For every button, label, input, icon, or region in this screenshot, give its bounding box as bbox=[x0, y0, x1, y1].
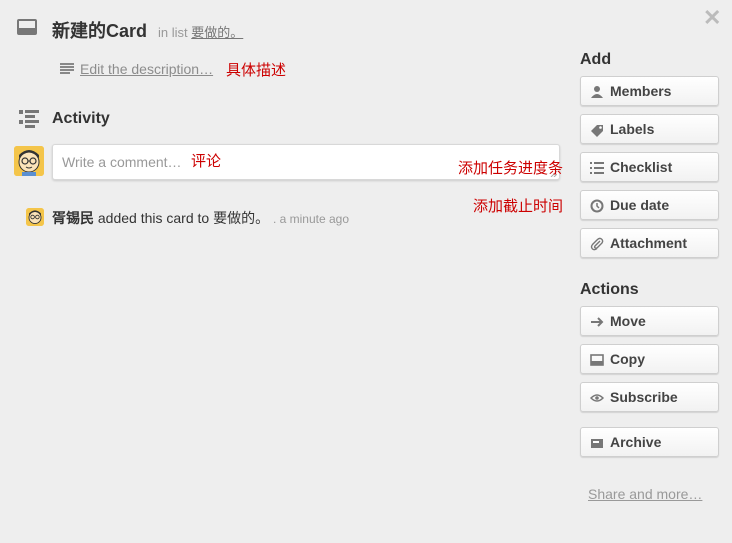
clock-icon bbox=[590, 199, 604, 213]
archive-label: Archive bbox=[610, 434, 662, 450]
copy-label: Copy bbox=[610, 351, 645, 367]
archive-button[interactable]: Archive bbox=[580, 427, 719, 457]
description-icon bbox=[60, 63, 74, 74]
due-date-note: 添加截止时间 bbox=[473, 197, 564, 215]
tag-icon bbox=[591, 125, 603, 137]
person-icon bbox=[591, 86, 603, 98]
due-date-label: Due date bbox=[610, 197, 670, 213]
attachment-label: Attachment bbox=[610, 235, 688, 251]
close-icon[interactable]: ✕ bbox=[703, 7, 721, 29]
eye-icon bbox=[590, 394, 604, 402]
card-icon bbox=[590, 354, 604, 366]
members-label: Members bbox=[610, 83, 672, 99]
archive-icon bbox=[591, 439, 603, 448]
move-button[interactable]: Move bbox=[580, 306, 719, 336]
description-note: 具体描述 bbox=[226, 61, 287, 79]
activity-title: Activity bbox=[52, 110, 110, 127]
subscribe-button[interactable]: Subscribe bbox=[580, 382, 719, 412]
avatar-face-icon bbox=[14, 146, 44, 176]
activity-avatar[interactable] bbox=[26, 208, 44, 226]
comment-input[interactable] bbox=[62, 154, 182, 170]
labels-button[interactable]: Labels bbox=[580, 114, 719, 144]
labels-label: Labels bbox=[610, 121, 655, 137]
checklist-note: 添加任务进度条 bbox=[458, 159, 564, 177]
activity-text: added this card to 要做的。 bbox=[94, 210, 270, 226]
activity-icon bbox=[19, 110, 39, 128]
list-icon bbox=[590, 162, 604, 174]
copy-button[interactable]: Copy bbox=[580, 344, 719, 374]
move-label: Move bbox=[610, 313, 646, 329]
card-icon bbox=[17, 19, 37, 35]
avatar[interactable] bbox=[14, 146, 44, 176]
in-list-prefix: in list bbox=[158, 25, 188, 40]
due-date-button[interactable]: Due date bbox=[580, 190, 719, 220]
avatar-face-icon bbox=[26, 208, 44, 226]
subscribe-label: Subscribe bbox=[610, 389, 678, 405]
activity-user[interactable]: 胥锡民 bbox=[52, 210, 94, 226]
members-button[interactable]: Members bbox=[580, 76, 719, 106]
paperclip-icon bbox=[590, 237, 604, 251]
share-and-more-link[interactable]: Share and more… bbox=[588, 486, 702, 502]
in-list-text: in list 要做的。 bbox=[158, 22, 243, 41]
checklist-label: Checklist bbox=[610, 159, 673, 175]
add-section-title: Add bbox=[580, 51, 612, 68]
activity-time: . a minute ago bbox=[272, 212, 350, 226]
arrow-right-icon bbox=[591, 317, 604, 327]
actions-section-title: Actions bbox=[580, 281, 639, 298]
attachment-button[interactable]: Attachment bbox=[580, 228, 719, 258]
edit-description-link[interactable]: Edit the description… bbox=[80, 61, 213, 77]
checklist-button[interactable]: Checklist bbox=[580, 152, 719, 182]
comment-note: 评论 bbox=[191, 152, 222, 170]
list-name-link[interactable]: 要做的。 bbox=[191, 25, 243, 40]
card-title[interactable]: 新建的Card bbox=[52, 17, 147, 43]
activity-entry: 胥锡民 added this card to 要做的。 . a minute a… bbox=[52, 208, 349, 228]
